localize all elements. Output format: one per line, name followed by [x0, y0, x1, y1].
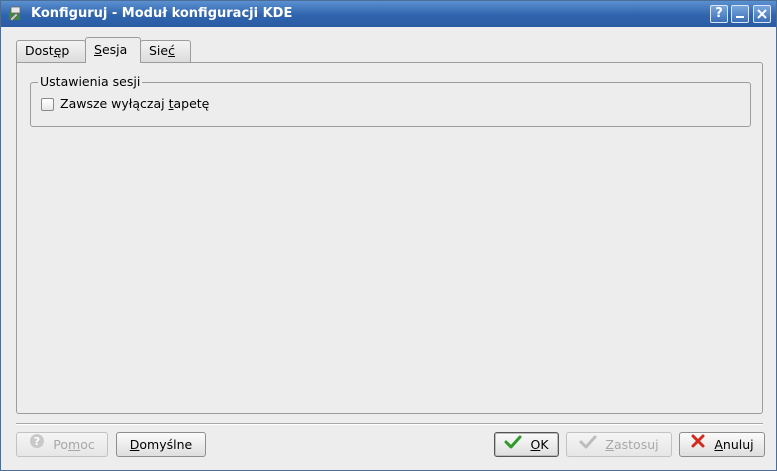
help-dialog-button[interactable]: ? Pomoc: [16, 432, 108, 457]
tab-label: Sie: [149, 43, 169, 58]
separator: [16, 423, 763, 425]
kde-config-icon: [7, 6, 23, 22]
close-icon: [757, 9, 767, 19]
minimize-icon: [736, 16, 744, 18]
button-label: Po: [53, 437, 69, 452]
button-accelerator: m: [68, 437, 81, 452]
button-label: K: [540, 437, 549, 452]
tab-label: Dost: [25, 43, 54, 58]
help-icon: ?: [29, 433, 45, 456]
tab-panel: Ustawienia sesji Zawsze wyłączaj tapetę: [16, 62, 763, 414]
checkbox-label-text: Zawsze wyłączaj: [60, 96, 169, 111]
button-label: omyślne: [139, 437, 193, 452]
svg-text:?: ?: [34, 435, 40, 448]
button-label: oc: [80, 437, 95, 452]
button-accelerator: Z: [605, 437, 614, 452]
minimize-button[interactable]: [731, 5, 749, 23]
cancel-button[interactable]: Anuluj: [679, 432, 765, 457]
tab-dostep[interactable]: Dostęp: [16, 40, 86, 62]
button-label: astosuj: [613, 437, 659, 452]
tab-accelerator: ć: [168, 43, 175, 58]
cancel-x-icon: [690, 433, 706, 456]
title-bar[interactable]: Konfiguruj - Moduł konfiguracji KDE ?: [1, 1, 776, 27]
checkbox-label-text: apetę: [173, 96, 210, 111]
checkmark-icon: [579, 433, 597, 456]
tab-accelerator: S: [94, 42, 102, 57]
defaults-button[interactable]: Domyślne: [116, 432, 206, 457]
window-title: Konfiguruj - Moduł konfiguracji KDE: [31, 6, 293, 21]
tab-sesja[interactable]: Sesja: [85, 37, 141, 63]
close-button[interactable]: [753, 5, 771, 23]
tab-label: esja: [101, 42, 128, 57]
button-accelerator: D: [129, 437, 140, 452]
disable-wallpaper-checkbox[interactable]: [41, 98, 54, 111]
apply-button[interactable]: Zastosuj: [566, 432, 672, 457]
ok-button[interactable]: OK: [494, 432, 559, 457]
group-title: Ustawienia sesji: [38, 74, 143, 89]
tab-label: p: [61, 43, 70, 58]
session-settings-group: Ustawienia sesji Zawsze wyłączaj tapetę: [30, 74, 751, 127]
help-button[interactable]: ?: [710, 5, 728, 23]
tab-siec[interactable]: Sieć: [140, 40, 191, 62]
button-accelerator: O: [530, 437, 541, 452]
checkmark-icon: [504, 433, 522, 456]
button-label: nuluj: [722, 437, 754, 452]
button-accelerator: A: [714, 437, 723, 452]
dialog-window: Konfiguruj - Moduł konfiguracji KDE ? Do…: [0, 0, 777, 471]
disable-wallpaper-label[interactable]: Zawsze wyłączaj tapetę: [60, 96, 209, 111]
